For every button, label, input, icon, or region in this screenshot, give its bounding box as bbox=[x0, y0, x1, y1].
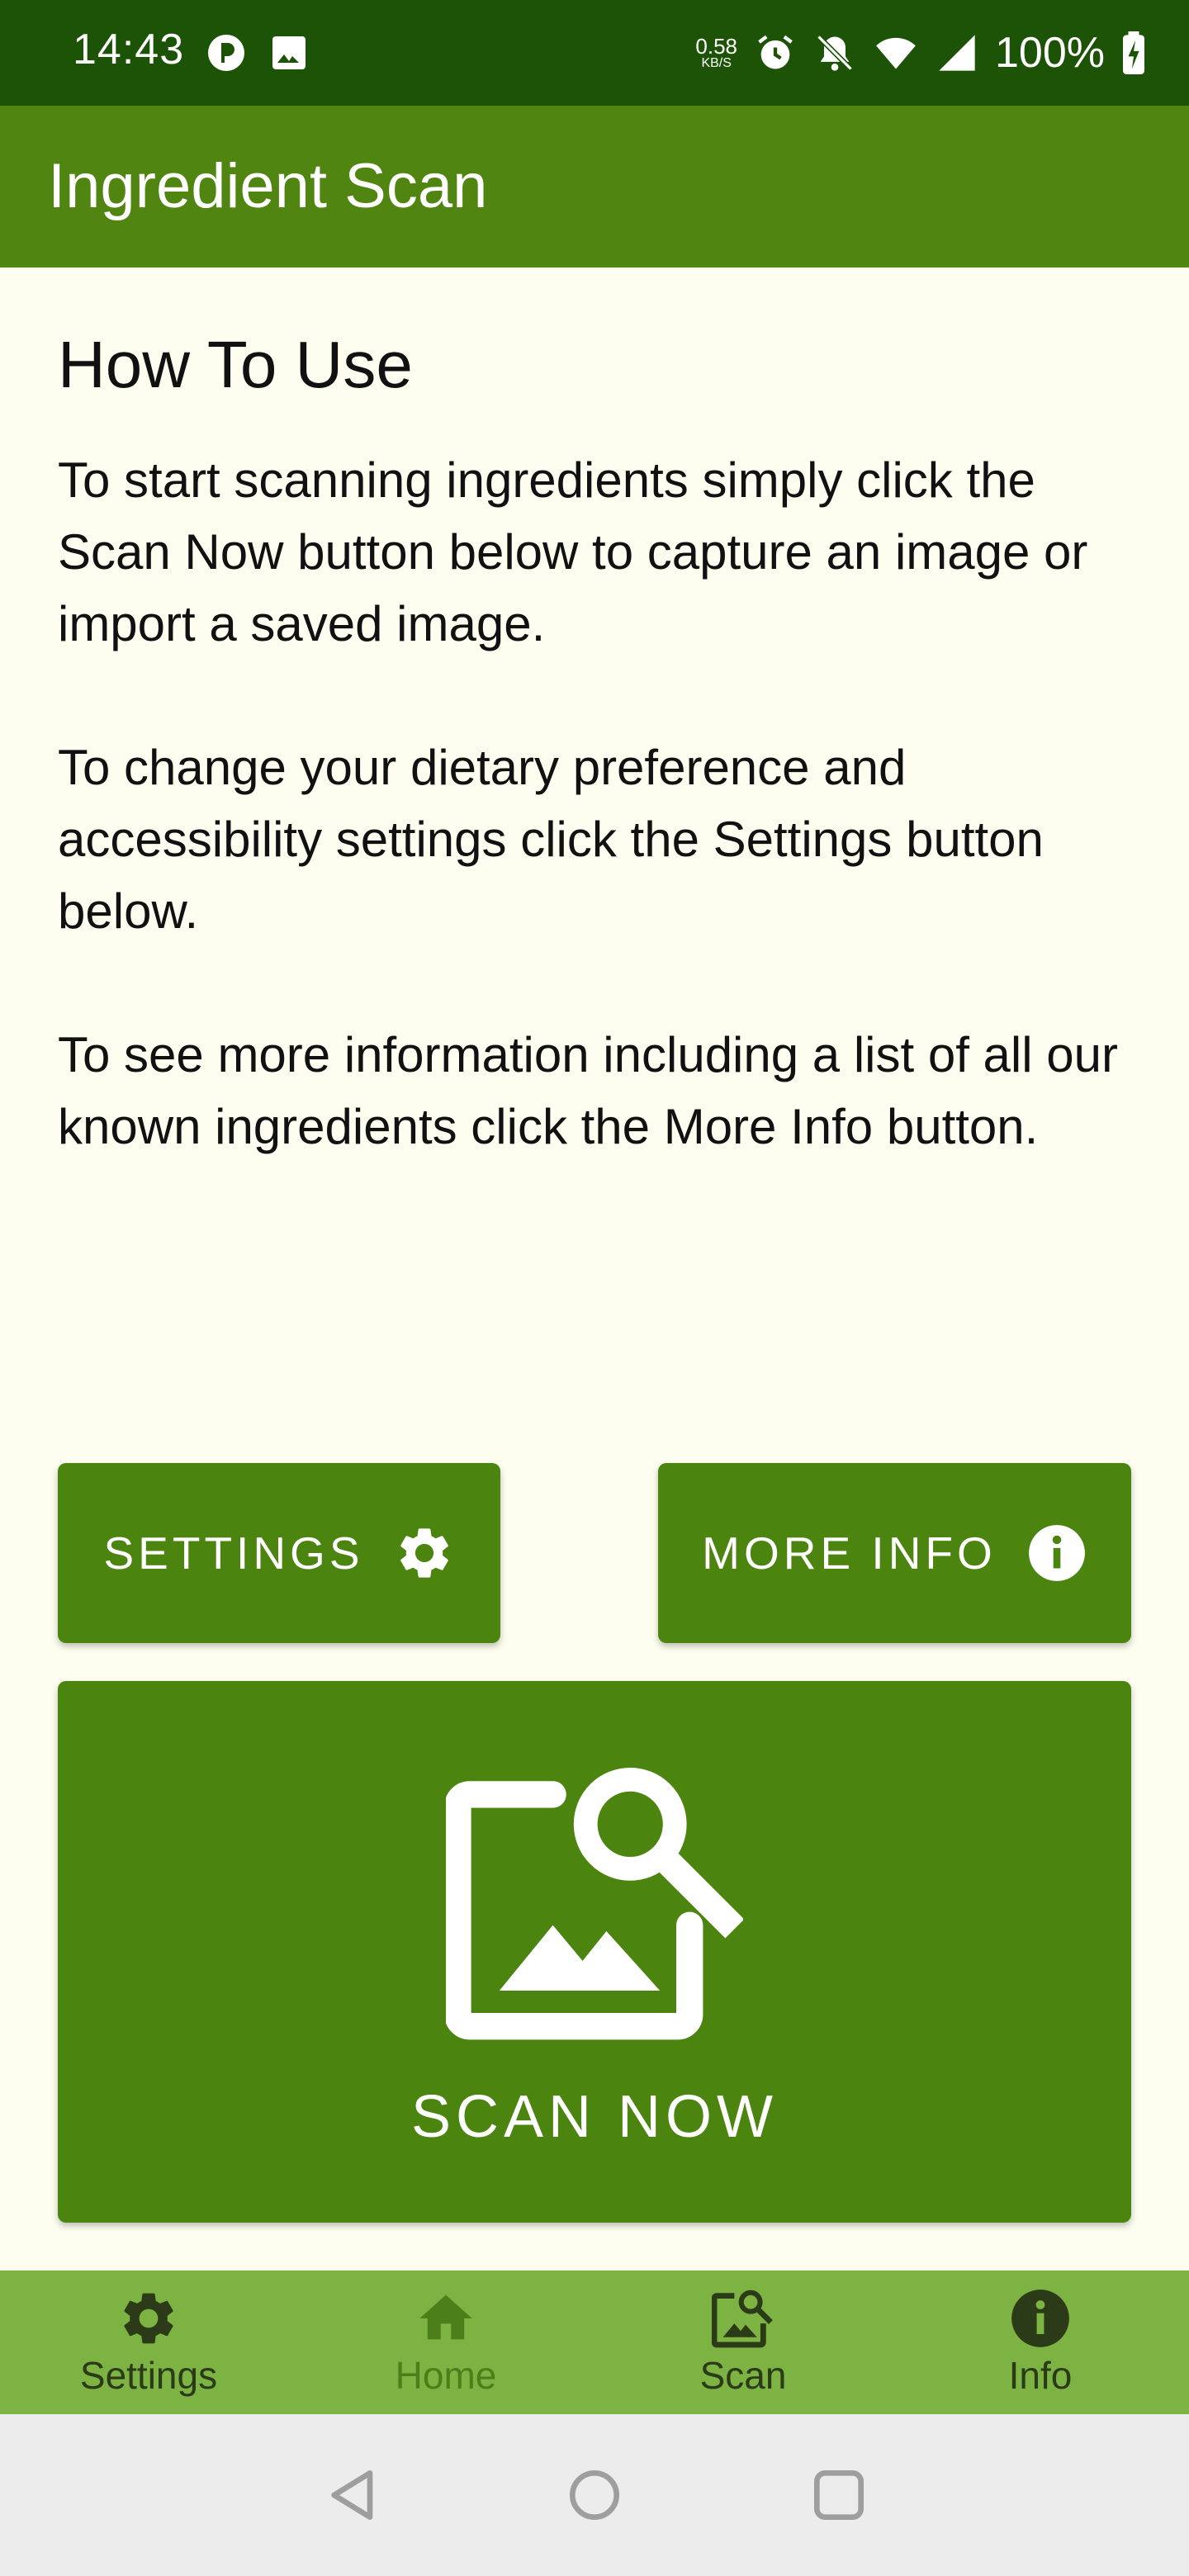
nav-item-info[interactable]: Info bbox=[892, 2271, 1189, 2414]
app-bar: Ingredient Scan bbox=[0, 106, 1189, 268]
home-circle-icon[interactable] bbox=[561, 2462, 628, 2528]
status-bar: 14:43 0.58 KB/S 100% bbox=[0, 0, 1189, 106]
info-icon bbox=[1028, 1525, 1085, 1581]
scan-now-button[interactable]: SCAN NOW bbox=[58, 1681, 1131, 2223]
gear-icon bbox=[124, 2293, 173, 2344]
info-icon bbox=[1011, 2290, 1069, 2347]
status-icons: 0.58 KB/S 100% bbox=[695, 23, 1146, 83]
gear-icon bbox=[400, 1528, 448, 1578]
nav-label-info: Info bbox=[1008, 2354, 1073, 2397]
alarm-icon bbox=[758, 35, 793, 69]
nav-label-settings: Settings bbox=[79, 2354, 218, 2397]
signal-icon bbox=[939, 35, 975, 71]
home-icon bbox=[419, 2294, 472, 2340]
more-info-button-label: MORE INFO bbox=[702, 1527, 997, 1579]
nav-item-scan[interactable]: Scan bbox=[594, 2271, 892, 2414]
status-time: 14:43 bbox=[73, 26, 185, 73]
battery-percentage: 100% bbox=[995, 29, 1105, 77]
nav-item-home[interactable]: Home bbox=[297, 2271, 594, 2414]
image-notification-icon bbox=[272, 36, 306, 69]
instruction-more-info: To see more information including a list… bbox=[58, 1027, 1118, 1154]
network-speed: 0.58 KB/S bbox=[695, 36, 737, 70]
nav-label-home: Home bbox=[395, 2354, 497, 2397]
more-info-button[interactable]: MORE INFO bbox=[658, 1463, 1131, 1643]
app-title: Ingredient Scan bbox=[48, 151, 488, 221]
settings-button-label: SETTINGS bbox=[103, 1527, 364, 1579]
network-speed-unit: KB/S bbox=[701, 56, 732, 70]
how-to-use-section: How To Use To start scanning ingredients… bbox=[58, 327, 1148, 1234]
section-heading: How To Use bbox=[58, 328, 413, 401]
instruction-settings: To change your dietary preference and ac… bbox=[58, 740, 1044, 939]
back-icon[interactable] bbox=[320, 2462, 386, 2528]
nav-label-scan: Scan bbox=[699, 2354, 787, 2397]
wifi-icon bbox=[876, 37, 916, 69]
notifications-off-icon bbox=[817, 35, 853, 71]
image-search-icon bbox=[712, 2290, 773, 2348]
settings-button[interactable]: SETTINGS bbox=[58, 1463, 500, 1643]
bottom-navigation: Settings Home Scan Info bbox=[0, 2271, 1189, 2414]
network-speed-value: 0.58 bbox=[695, 34, 737, 59]
recents-icon[interactable] bbox=[806, 2462, 872, 2528]
app-notification-icon bbox=[208, 35, 244, 71]
nav-item-settings[interactable]: Settings bbox=[0, 2271, 297, 2414]
scan-now-button-label: SCAN NOW bbox=[411, 2084, 778, 2150]
system-navigation-bar bbox=[0, 2414, 1189, 2576]
image-search-icon bbox=[446, 1768, 743, 2040]
battery-charging-icon bbox=[1123, 31, 1144, 74]
instruction-scan: To start scanning ingredients simply cli… bbox=[58, 452, 1088, 651]
